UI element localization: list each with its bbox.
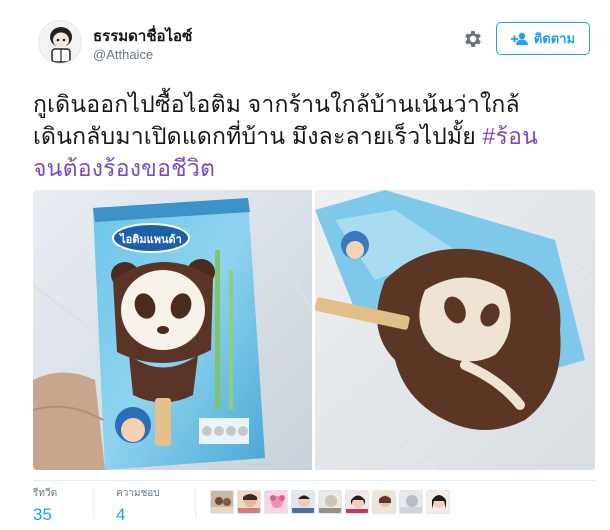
- liker-avatar[interactable]: [291, 490, 315, 514]
- display-name[interactable]: ธรรมดาชื่อไอซ์: [93, 24, 192, 48]
- liker-avatar[interactable]: [318, 490, 342, 514]
- likes-label: ความชอบ: [116, 488, 160, 499]
- liker-avatar[interactable]: [399, 490, 423, 514]
- tweet-media: ไอติมแพนด้า: [33, 190, 595, 470]
- likes-count: 4: [116, 505, 126, 524]
- likes-stat[interactable]: ความชอบ 4: [116, 486, 160, 525]
- gear-icon[interactable]: [462, 28, 484, 50]
- hashtag-link[interactable]: #ร้อน: [483, 123, 538, 149]
- liker-avatar[interactable]: [345, 490, 369, 514]
- liker-avatar[interactable]: [372, 490, 396, 514]
- follow-button[interactable]: ติดตาม: [496, 22, 590, 55]
- tweet-line-2: เดินกลับมาเปิดแดกที่บ้าน มึงละลายเร็วไปม…: [33, 120, 593, 152]
- hashtag-link-continued[interactable]: จนต้องร้องขอชีวิต: [33, 152, 593, 184]
- tweet-line-2-text: เดินกลับมาเปิดแดกที่บ้าน มึงละลายเร็วไปม…: [33, 123, 483, 149]
- liker-avatar[interactable]: [264, 490, 288, 514]
- liker-avatars: [210, 490, 450, 514]
- package-brand-label: ไอติมแพนด้า: [118, 232, 182, 246]
- retweet-stat[interactable]: รีทวีต 35: [33, 486, 57, 525]
- stats-separator: [195, 488, 196, 518]
- melted-ice-cream-photo[interactable]: [314, 190, 595, 470]
- stats-separator: [93, 488, 94, 518]
- tweet-line-1: กูเดินออกไปซื้อไอติม จากร้านใกล้บ้านเน้น…: [33, 91, 520, 117]
- retweets-label: รีทวีต: [33, 488, 58, 499]
- tweet-text: กูเดินออกไปซื้อไอติม จากร้านใกล้บ้านเน้น…: [33, 88, 593, 184]
- ice-cream-package-photo[interactable]: ไอติมแพนด้า: [33, 190, 313, 470]
- retweets-count: 35: [33, 505, 52, 524]
- user-handle[interactable]: @Atthaice: [93, 47, 153, 62]
- liker-avatar[interactable]: [426, 490, 450, 514]
- stats-divider: [33, 480, 595, 481]
- person-plus-icon: [510, 32, 528, 45]
- follow-label: ติดตาม: [533, 31, 576, 46]
- liker-avatar[interactable]: [210, 490, 234, 514]
- liker-avatar[interactable]: [237, 490, 261, 514]
- avatar[interactable]: [38, 20, 82, 64]
